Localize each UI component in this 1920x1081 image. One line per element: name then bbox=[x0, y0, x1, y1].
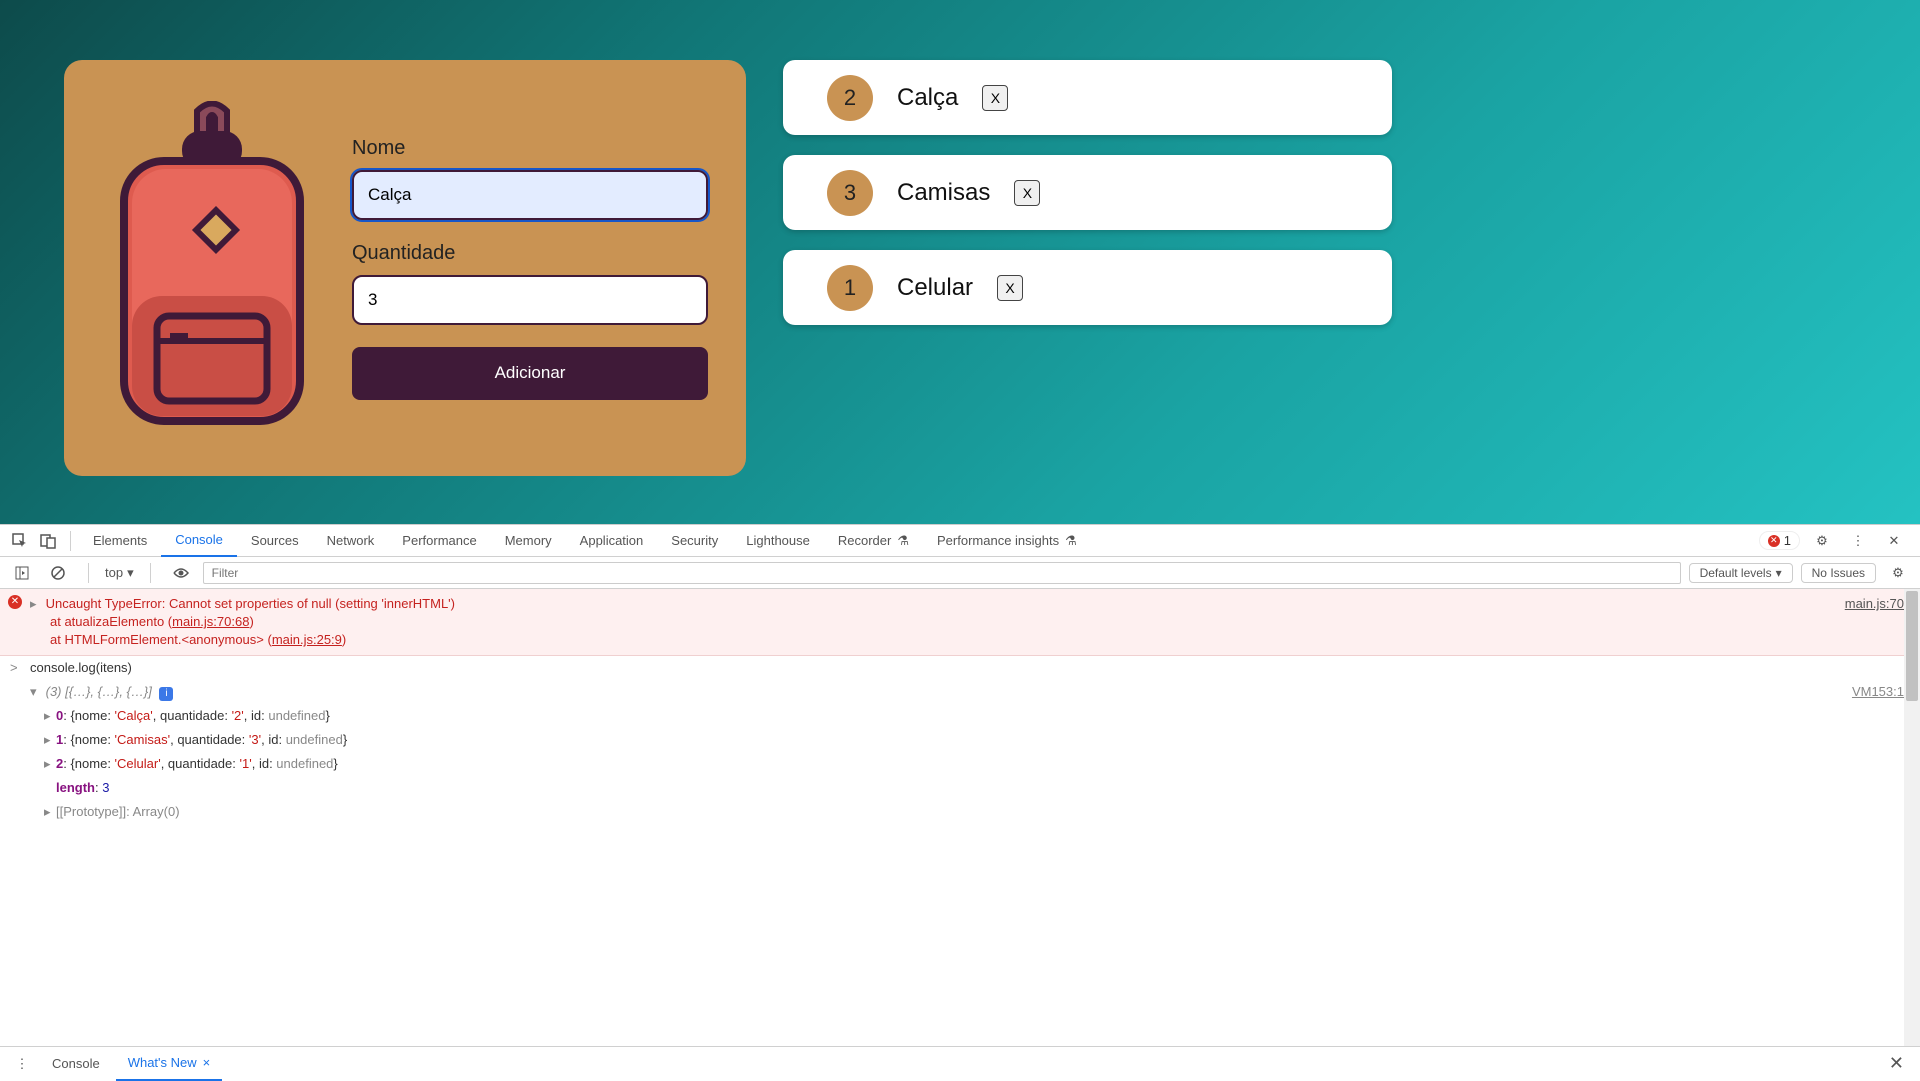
error-icon: ✕ bbox=[8, 595, 22, 609]
qty-input[interactable] bbox=[352, 275, 708, 325]
tab-elements[interactable]: Elements bbox=[79, 525, 161, 557]
tab-network[interactable]: Network bbox=[313, 525, 389, 557]
console-toolbar: top▾ Default levels▾ No Issues ⚙ bbox=[0, 557, 1920, 589]
error-count: 1 bbox=[1784, 533, 1791, 548]
filter-input[interactable] bbox=[203, 562, 1681, 584]
expand-arrow-icon[interactable]: ▸ bbox=[44, 707, 56, 725]
console-error: ✕ ▸ Uncaught TypeError: Cannot set prope… bbox=[0, 589, 1920, 656]
scrollbar-thumb[interactable] bbox=[1906, 591, 1918, 701]
separator bbox=[88, 563, 89, 583]
stack-line: at atualizaElemento (main.js:70:68) bbox=[30, 613, 1908, 631]
array-prototype: ▸[[Prototype]]: Array(0) bbox=[0, 800, 1920, 824]
tab-sources[interactable]: Sources bbox=[237, 525, 313, 557]
experiment-icon: ⚗ bbox=[897, 533, 909, 549]
tab-performance-insights[interactable]: Performance insights⚗ bbox=[923, 525, 1091, 557]
close-icon[interactable]: ✕ bbox=[1884, 531, 1904, 551]
stack-link[interactable]: main.js:70:68 bbox=[172, 614, 249, 629]
name-label: Nome bbox=[352, 137, 708, 160]
qty-badge: 3 bbox=[827, 170, 873, 216]
devtools-panel: Elements Console Sources Network Perform… bbox=[0, 524, 1920, 1080]
tab-lighthouse[interactable]: Lighthouse bbox=[732, 525, 824, 557]
expand-arrow-icon[interactable]: ▸ bbox=[44, 731, 56, 749]
item-name: Celular bbox=[897, 274, 973, 302]
delete-button[interactable]: X bbox=[1014, 180, 1040, 206]
array-length: length: 3 bbox=[0, 776, 1920, 800]
gear-icon[interactable]: ⚙ bbox=[1888, 563, 1908, 583]
item-list: 2 Calça X 3 Camisas X 1 Celular X bbox=[783, 60, 1392, 325]
list-item: 2 Calça X bbox=[783, 60, 1392, 135]
drawer-tab-whatsnew[interactable]: What's New× bbox=[116, 1047, 223, 1081]
chevron-down-icon: ▾ bbox=[1776, 566, 1782, 580]
console-input-line: console.log(itens) bbox=[0, 656, 1920, 680]
close-tab-icon[interactable]: × bbox=[203, 1055, 211, 1070]
chevron-down-icon: ▾ bbox=[127, 565, 134, 581]
tab-performance[interactable]: Performance bbox=[388, 525, 490, 557]
issues-button[interactable]: No Issues bbox=[1801, 563, 1876, 583]
tab-application[interactable]: Application bbox=[566, 525, 658, 557]
error-count-badge[interactable]: ✕ 1 bbox=[1759, 531, 1800, 550]
tab-security[interactable]: Security bbox=[657, 525, 732, 557]
clear-console-icon[interactable] bbox=[48, 563, 68, 583]
qty-badge: 2 bbox=[827, 75, 873, 121]
app-area: Nome Quantidade Adicionar 2 Calça X 3 Ca… bbox=[0, 0, 1920, 524]
sidebar-toggle-icon[interactable] bbox=[12, 563, 32, 583]
form-fields: Nome Quantidade Adicionar bbox=[352, 137, 708, 400]
array-entry: ▸2: {nome: 'Celular', quantidade: '1', i… bbox=[0, 752, 1920, 776]
tab-recorder[interactable]: Recorder⚗ bbox=[824, 525, 923, 557]
expand-arrow-icon[interactable]: ▾ bbox=[30, 683, 42, 701]
experiment-icon: ⚗ bbox=[1065, 533, 1077, 549]
kebab-icon[interactable]: ⋮ bbox=[12, 1054, 32, 1074]
drawer-tab-console[interactable]: Console bbox=[40, 1047, 112, 1081]
tab-console[interactable]: Console bbox=[161, 525, 237, 557]
qty-badge: 1 bbox=[827, 265, 873, 311]
array-entry: ▸0: {nome: 'Calça', quantidade: '2', id:… bbox=[0, 704, 1920, 728]
console-body[interactable]: ✕ ▸ Uncaught TypeError: Cannot set prope… bbox=[0, 589, 1920, 1046]
item-name: Calça bbox=[897, 84, 958, 112]
expand-arrow-icon[interactable]: ▸ bbox=[30, 595, 42, 613]
kebab-icon[interactable]: ⋮ bbox=[1848, 531, 1868, 551]
backpack-image bbox=[102, 101, 322, 436]
form-card: Nome Quantidade Adicionar bbox=[64, 60, 746, 476]
separator bbox=[150, 563, 151, 583]
tab-memory[interactable]: Memory bbox=[491, 525, 566, 557]
error-message: Uncaught TypeError: Cannot set propertie… bbox=[46, 596, 455, 611]
output-source-link[interactable]: VM153:1 bbox=[1852, 683, 1904, 701]
error-source-link[interactable]: main.js:70 bbox=[1845, 595, 1904, 613]
devtools-tabs: Elements Console Sources Network Perform… bbox=[0, 525, 1920, 557]
item-name: Camisas bbox=[897, 179, 990, 207]
separator bbox=[70, 531, 71, 551]
scrollbar[interactable] bbox=[1904, 589, 1920, 1046]
name-input[interactable] bbox=[352, 170, 708, 220]
expand-arrow-icon[interactable]: ▸ bbox=[44, 803, 56, 821]
add-button[interactable]: Adicionar bbox=[352, 347, 708, 400]
qty-label: Quantidade bbox=[352, 242, 708, 265]
delete-button[interactable]: X bbox=[997, 275, 1023, 301]
error-dot-icon: ✕ bbox=[1768, 535, 1780, 547]
list-item: 3 Camisas X bbox=[783, 155, 1392, 230]
context-selector[interactable]: top▾ bbox=[105, 565, 134, 581]
expand-arrow-icon[interactable]: ▸ bbox=[44, 755, 56, 773]
console-output-line: ▾ (3) [{…}, {…}, {…}] i VM153:1 bbox=[0, 680, 1920, 704]
device-toggle-icon[interactable] bbox=[38, 531, 58, 551]
gear-icon[interactable]: ⚙ bbox=[1812, 531, 1832, 551]
levels-selector[interactable]: Default levels▾ bbox=[1689, 563, 1793, 583]
stack-link[interactable]: main.js:25:9 bbox=[272, 632, 342, 647]
eye-icon[interactable] bbox=[171, 563, 191, 583]
stack-line: at HTMLFormElement.<anonymous> (main.js:… bbox=[30, 631, 1908, 649]
list-item: 1 Celular X bbox=[783, 250, 1392, 325]
info-badge-icon[interactable]: i bbox=[159, 687, 173, 701]
delete-button[interactable]: X bbox=[982, 85, 1008, 111]
array-entry: ▸1: {nome: 'Camisas', quantidade: '3', i… bbox=[0, 728, 1920, 752]
devtools-drawer: ⋮ Console What's New× ✕ bbox=[0, 1046, 1920, 1080]
inspect-icon[interactable] bbox=[10, 531, 30, 551]
close-icon[interactable]: ✕ bbox=[1881, 1053, 1912, 1074]
